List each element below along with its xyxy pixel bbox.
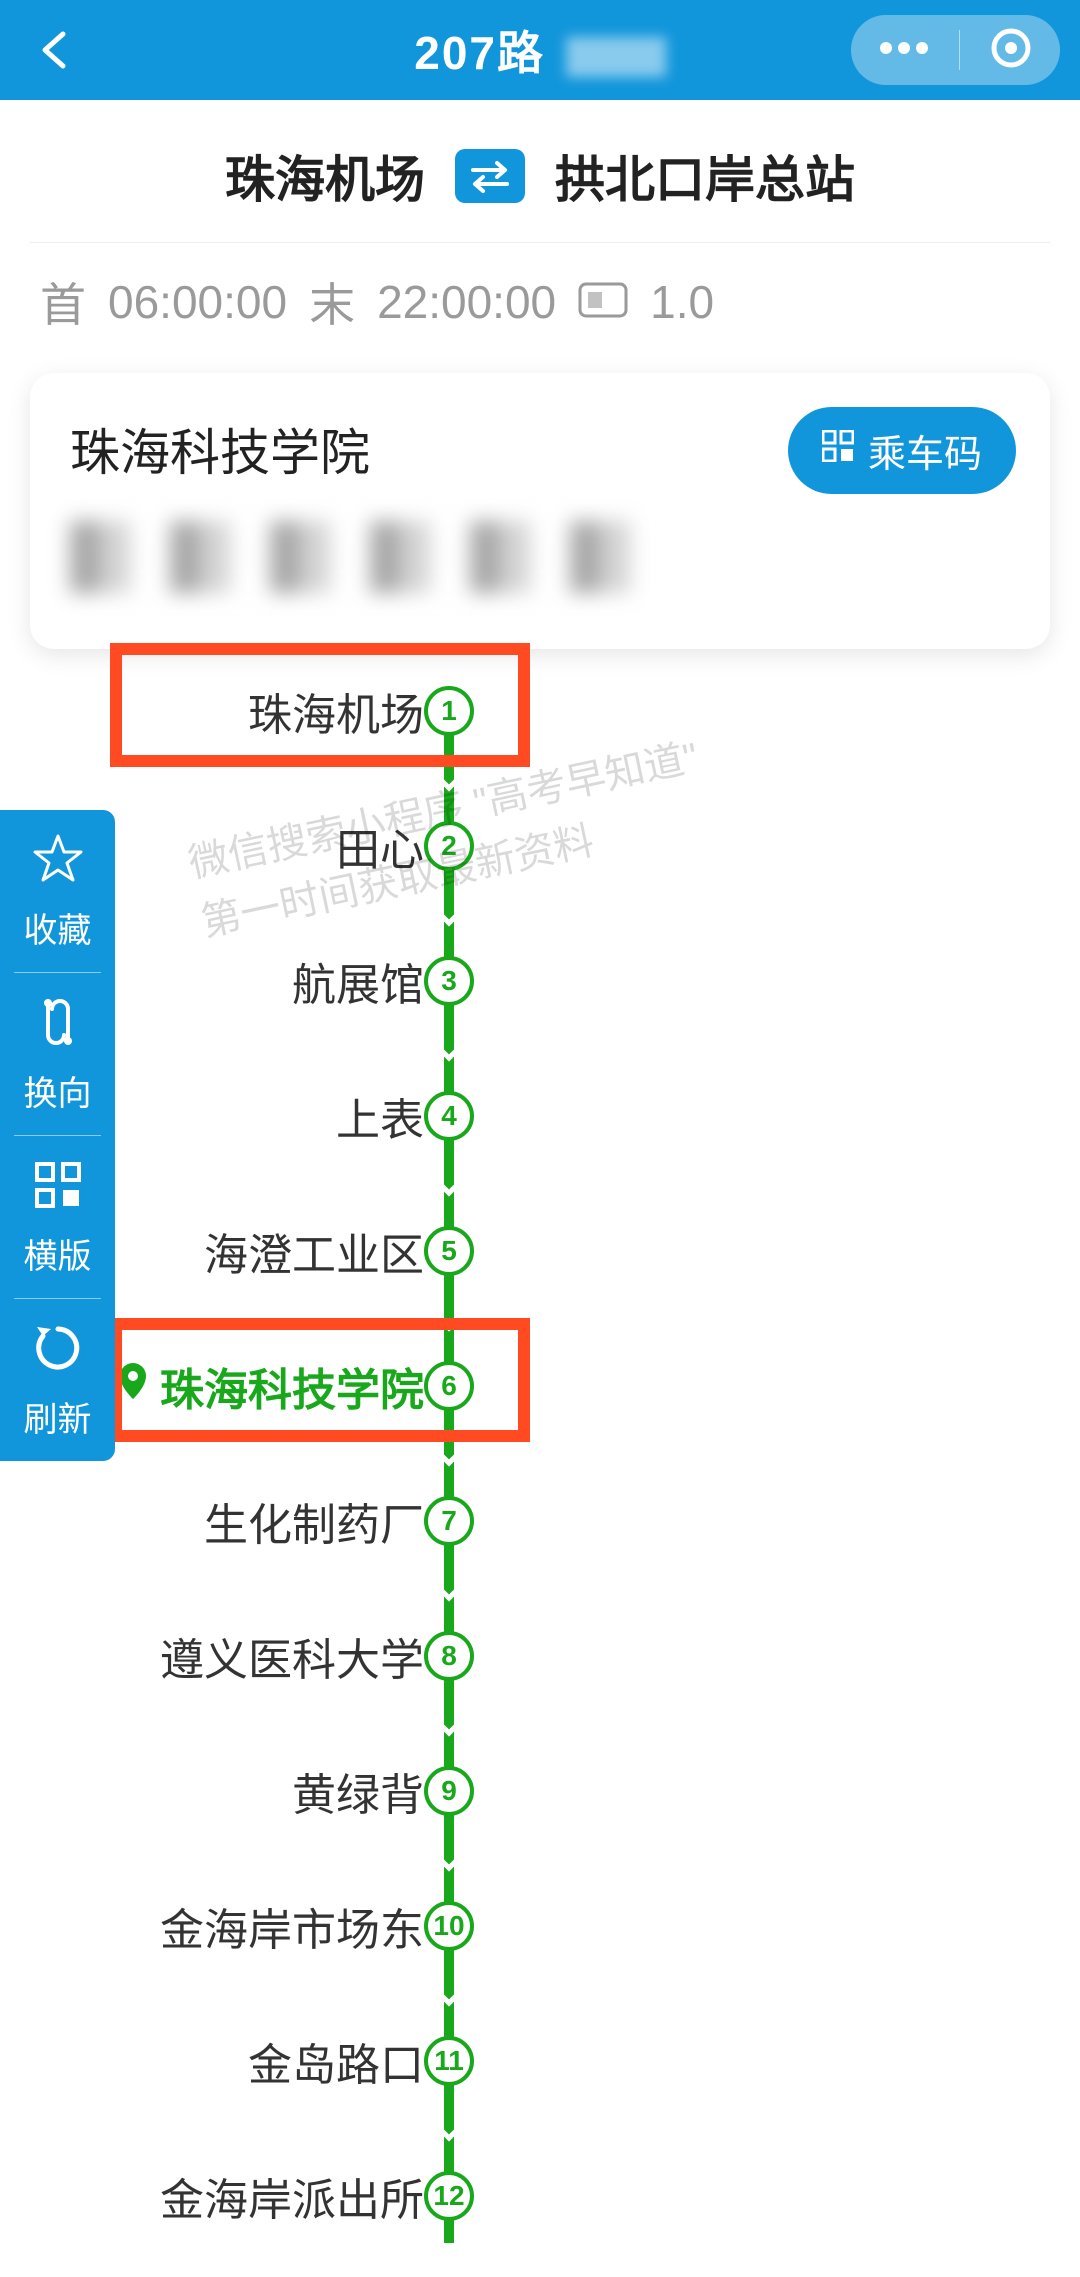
rail-arrow-icon — [433, 1975, 464, 2006]
stop-name: 航展馆 — [292, 949, 424, 1013]
side-toolbar: 收藏 换向 横版 刷新 — [0, 810, 115, 1461]
refresh-icon — [31, 1321, 85, 1384]
stop-name: 遵义医科大学 — [160, 1624, 424, 1688]
rail-arrow-icon — [433, 1030, 464, 1061]
rail-arrow-icon — [433, 760, 464, 791]
route-rail — [444, 705, 454, 2243]
stop-name: 珠海科技学院 — [116, 1354, 424, 1418]
rail-arrow-icon — [433, 1165, 464, 1196]
card-blurred-details — [70, 521, 634, 593]
rail-arrow-icon — [433, 1705, 464, 1736]
last-bus-label: 末 — [309, 269, 355, 335]
page-title: 207路 — [414, 17, 666, 83]
stop-row[interactable]: 金岛路口11 — [0, 2033, 1080, 2089]
stop-number-badge: 5 — [424, 1226, 474, 1276]
refresh-label: 刷新 — [24, 1392, 92, 1441]
stop-name: 黄绿背 — [292, 1759, 424, 1823]
rail-arrow-icon — [433, 2110, 464, 2141]
reverse-button[interactable]: 换向 — [0, 973, 115, 1135]
swap-direction-button[interactable] — [455, 149, 525, 203]
stop-number-badge: 8 — [424, 1631, 474, 1681]
rail-arrow-icon — [433, 1570, 464, 1601]
schedule-bar: 首 06:00:00 末 22:00:00 1.0 — [0, 243, 1080, 361]
target-icon[interactable] — [990, 27, 1032, 74]
stop-number-badge: 2 — [424, 821, 474, 871]
origin-station: 珠海机场 — [225, 140, 425, 212]
stop-row[interactable]: 田心2 — [0, 818, 1080, 874]
stop-number-badge: 9 — [424, 1766, 474, 1816]
stop-number-badge: 10 — [424, 1901, 474, 1951]
stop-name: 金海岸派出所 — [160, 2164, 424, 2228]
fare-icon — [578, 275, 628, 329]
stop-number-badge: 6 — [424, 1361, 474, 1411]
title-blurred-region — [566, 37, 666, 77]
stop-row[interactable]: 金海岸派出所12 — [0, 2168, 1080, 2224]
stop-name: 珠海机场 — [248, 679, 424, 743]
first-bus-label: 首 — [40, 269, 86, 335]
qr-icon — [822, 429, 854, 472]
stop-number-badge: 12 — [424, 2171, 474, 2221]
stop-number-badge: 7 — [424, 1496, 474, 1546]
app-header: 207路 — [0, 0, 1080, 100]
refresh-button[interactable]: 刷新 — [0, 1299, 115, 1461]
favorite-label: 收藏 — [24, 903, 92, 952]
nearest-station-card: 珠海科技学院 乘车码 — [30, 373, 1050, 649]
reverse-icon — [31, 995, 85, 1058]
stop-number-badge: 3 — [424, 956, 474, 1006]
stop-row[interactable]: 黄绿背9 — [0, 1763, 1080, 1819]
ride-code-label: 乘车码 — [868, 423, 982, 478]
route-number: 207路 — [414, 27, 545, 79]
chevron-left-icon — [35, 30, 75, 70]
last-bus-time: 22:00:00 — [377, 275, 556, 329]
ride-code-button[interactable]: 乘车码 — [788, 407, 1016, 494]
stops-list: 珠海机场1 田心2 航展馆3 上表4 海澄工业区5 珠海科技学院6 生化制药厂7 遵义医科大学… — [0, 663, 1080, 2243]
stop-number-badge: 11 — [424, 2036, 474, 2086]
stop-row[interactable]: 生化制药厂7 — [0, 1493, 1080, 1549]
star-icon — [31, 832, 85, 895]
stop-row[interactable]: 航展馆3 — [0, 953, 1080, 1009]
stop-name: 上表 — [336, 1084, 424, 1148]
stop-row[interactable]: 珠海科技学院6 — [0, 1358, 1080, 1414]
destination-station: 拱北口岸总站 — [555, 140, 855, 212]
rail-arrow-icon — [433, 1300, 464, 1331]
stop-number-badge: 1 — [424, 686, 474, 736]
stop-row[interactable]: 海澄工业区5 — [0, 1223, 1080, 1279]
stop-row[interactable]: 遵义医科大学8 — [0, 1628, 1080, 1684]
fare-value: 1.0 — [650, 275, 714, 329]
layout-label: 横版 — [24, 1229, 92, 1278]
stop-name: 田心 — [336, 814, 424, 878]
layout-button[interactable]: 横版 — [0, 1136, 115, 1298]
stop-name: 生化制药厂 — [204, 1489, 424, 1553]
stop-number-badge: 4 — [424, 1091, 474, 1141]
rail-arrow-icon — [433, 2245, 464, 2276]
more-icon[interactable] — [879, 41, 929, 60]
reverse-label: 换向 — [24, 1066, 92, 1115]
rail-arrow-icon — [433, 895, 464, 926]
header-capsule — [851, 15, 1060, 85]
stop-name: 金岛路口 — [248, 2029, 424, 2093]
capsule-divider — [959, 30, 960, 70]
rail-arrow-icon — [433, 1435, 464, 1466]
stop-name: 海澄工业区 — [204, 1219, 424, 1283]
location-pin-icon — [116, 1361, 150, 1412]
favorite-button[interactable]: 收藏 — [0, 810, 115, 972]
stop-row[interactable]: 上表4 — [0, 1088, 1080, 1144]
back-button[interactable] — [30, 25, 80, 75]
swap-icon — [467, 158, 513, 194]
stop-name: 金海岸市场东 — [160, 1894, 424, 1958]
stop-row[interactable]: 金海岸市场东10 — [0, 1898, 1080, 1954]
first-bus-time: 06:00:00 — [108, 275, 287, 329]
rail-arrow-icon — [433, 1840, 464, 1871]
stop-row[interactable]: 珠海机场1 — [0, 683, 1080, 739]
direction-bar: 珠海机场 拱北口岸总站 — [0, 100, 1080, 242]
grid-icon — [31, 1158, 85, 1221]
